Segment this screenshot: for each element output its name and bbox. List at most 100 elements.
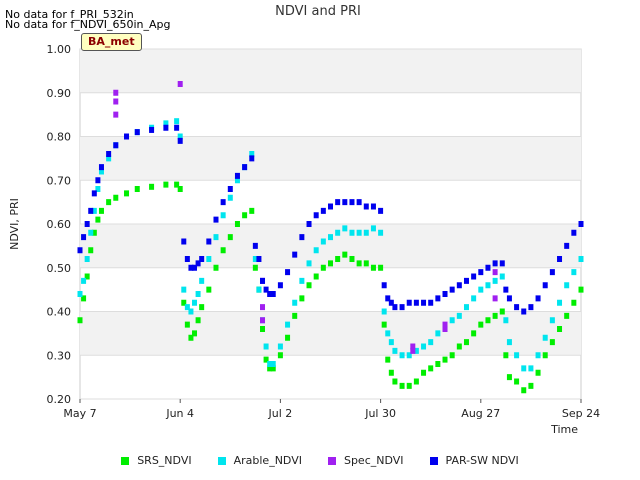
legend-swatch xyxy=(327,456,336,465)
data-point xyxy=(492,312,498,319)
data-point xyxy=(270,361,276,367)
data-point xyxy=(514,304,520,311)
data-point xyxy=(249,207,255,214)
data-point xyxy=(149,126,155,133)
data-point xyxy=(81,234,87,241)
data-point xyxy=(349,256,355,262)
data-point xyxy=(270,291,276,297)
data-point xyxy=(328,234,333,241)
data-point xyxy=(363,229,369,236)
data-point xyxy=(88,229,94,236)
data-point xyxy=(435,295,441,302)
data-point xyxy=(113,89,119,96)
data-point xyxy=(335,256,341,262)
data-point xyxy=(181,238,187,245)
data-point xyxy=(463,304,469,311)
data-point xyxy=(234,221,240,227)
data-point xyxy=(492,295,498,302)
data-point xyxy=(449,352,455,359)
data-point xyxy=(177,81,183,87)
data-point xyxy=(213,216,219,223)
data-point xyxy=(363,260,369,267)
legend-item: Spec_NDVI xyxy=(327,454,404,467)
data-point xyxy=(506,374,512,381)
data-point xyxy=(349,229,355,236)
y-tick-label: 0.70 xyxy=(47,174,72,187)
data-point xyxy=(113,142,119,149)
data-point xyxy=(381,308,387,315)
data-point xyxy=(485,317,491,324)
data-point xyxy=(571,269,577,276)
data-point xyxy=(213,264,219,271)
data-point xyxy=(177,186,183,192)
data-point xyxy=(113,98,119,105)
data-point xyxy=(277,282,283,289)
data-point xyxy=(124,190,130,197)
data-point xyxy=(106,151,112,157)
data-point xyxy=(478,321,484,328)
data-point xyxy=(521,387,527,394)
data-point xyxy=(535,369,541,376)
data-point xyxy=(285,321,291,328)
data-point xyxy=(542,352,548,359)
data-point xyxy=(77,291,83,297)
data-point xyxy=(98,164,104,171)
data-point xyxy=(449,317,455,324)
data-point xyxy=(249,155,255,162)
data-point xyxy=(485,264,491,271)
data-point xyxy=(84,256,90,262)
data-point xyxy=(149,183,155,190)
x-tick-label: May 7 xyxy=(63,407,96,420)
data-point xyxy=(571,229,577,236)
data-point xyxy=(571,299,577,306)
data-point xyxy=(98,207,104,214)
data-point xyxy=(381,282,387,289)
data-point xyxy=(564,242,570,249)
data-point xyxy=(363,203,369,210)
data-point xyxy=(242,164,248,171)
data-point xyxy=(174,124,180,131)
data-point xyxy=(506,339,512,346)
no-data-note-ndvi: No data for f_NDVI_650in_Apg xyxy=(5,18,171,31)
data-point xyxy=(113,194,119,201)
data-point xyxy=(342,199,348,206)
data-point xyxy=(192,330,198,337)
data-point xyxy=(549,317,555,324)
data-point xyxy=(206,286,212,293)
data-point xyxy=(95,216,101,223)
data-point xyxy=(521,365,527,372)
data-point xyxy=(313,212,319,219)
data-point xyxy=(485,282,491,289)
data-point xyxy=(435,330,441,337)
data-point xyxy=(506,295,512,302)
data-point xyxy=(503,286,509,293)
data-point xyxy=(227,194,233,201)
data-point xyxy=(442,356,448,363)
data-point xyxy=(277,343,283,350)
data-point xyxy=(370,225,376,232)
data-point xyxy=(285,269,291,276)
data-point xyxy=(449,286,455,293)
data-point xyxy=(306,221,312,227)
data-point xyxy=(564,312,570,319)
data-point xyxy=(388,369,394,376)
data-point xyxy=(406,382,412,389)
data-point xyxy=(299,277,305,284)
data-point xyxy=(535,295,541,302)
data-point xyxy=(421,369,427,376)
data-point xyxy=(456,343,462,350)
data-point xyxy=(378,207,384,214)
y-tick-label: 0.90 xyxy=(47,87,72,100)
data-point xyxy=(220,247,226,254)
data-point xyxy=(456,282,462,289)
data-point xyxy=(220,199,226,206)
data-point xyxy=(84,221,90,227)
data-point xyxy=(392,347,398,354)
data-point xyxy=(471,295,477,302)
data-point xyxy=(471,330,477,337)
data-point xyxy=(514,352,520,359)
legend-item: PAR-SW NDVI xyxy=(429,454,519,467)
data-point xyxy=(557,326,563,332)
data-point xyxy=(399,304,405,311)
data-point xyxy=(503,317,509,324)
